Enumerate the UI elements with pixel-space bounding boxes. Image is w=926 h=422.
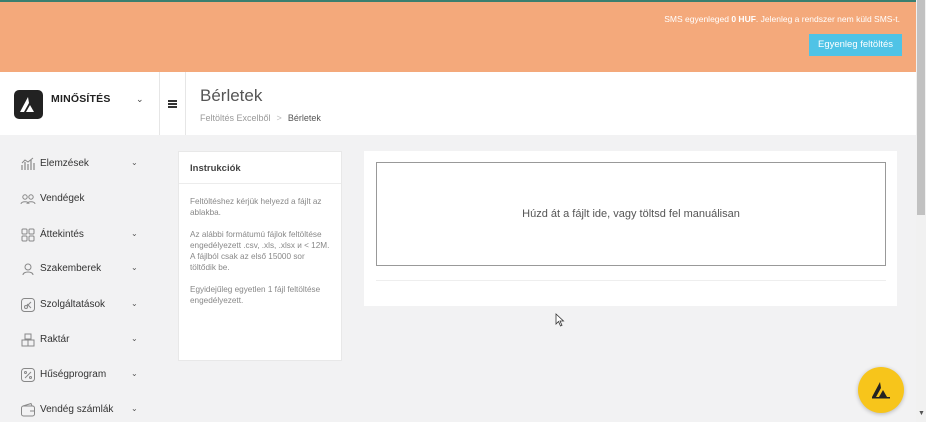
chevron-down-icon: ⌄ [136, 94, 144, 104]
sidebar-item-szolgaltatasok[interactable]: Szolgáltatások ⌄ [0, 290, 160, 320]
scrollbar-thumb[interactable] [917, 0, 925, 215]
users-icon [20, 194, 36, 205]
sidebar-item-label: Elemzések [40, 158, 89, 169]
chevron-down-icon: ⌄ [131, 369, 138, 378]
chart-icon [21, 157, 35, 170]
chevron-down-icon: ⌄ [131, 404, 138, 413]
user-icon [22, 263, 34, 276]
mouse-cursor-icon [555, 313, 565, 327]
logo-triangle-icon [14, 90, 43, 119]
sms-balance-banner: SMS egyenleged 0 HUF. Jelenleg a rendsze… [0, 0, 916, 72]
page-title: Bérletek [200, 86, 263, 105]
chevron-down-icon: ⌄ [131, 334, 138, 343]
file-dropzone[interactable]: Húzd át a fájlt ide, vagy töltsd fel man… [376, 162, 886, 266]
chevron-down-icon: ⌄ [131, 229, 138, 238]
sms-balance-amount: 0 HUF [731, 14, 756, 24]
dropzone-text: Húzd át a fájlt ide, vagy töltsd fel man… [522, 208, 740, 220]
sidebar-item-husegprogram[interactable]: Hűségprogram ⌄ [0, 360, 160, 390]
breadcrumb-separator: > [276, 113, 282, 123]
scissors-icon [21, 298, 35, 312]
top-up-balance-button[interactable]: Egyenleg feltöltés [809, 34, 902, 56]
sidebar-item-vendegek[interactable]: Vendégek [0, 184, 160, 214]
brand-selector[interactable]: MINŐSÍTÉS ⌄ [0, 72, 160, 135]
page-scrollbar[interactable]: ▼ [916, 0, 926, 422]
sidebar-item-vendeg-szamlak[interactable]: Vendég számlák ⌄ [0, 395, 160, 422]
sidebar-item-label: Áttekintés [40, 229, 84, 240]
instruction-text: Feltöltéshez kérjük helyezd a fájlt az a… [190, 197, 322, 217]
percent-icon [21, 368, 35, 382]
help-fab-button[interactable] [858, 367, 904, 413]
instruction-text: Az alábbi formátumú fájlok feltöltése en… [190, 230, 330, 272]
sidebar-item-szakemberek[interactable]: Szakemberek ⌄ [0, 254, 160, 284]
brand-name: MINŐSÍTÉS [51, 93, 111, 105]
sidebar-item-label: Raktár [40, 334, 70, 345]
boxes-icon [21, 333, 35, 347]
logo-triangle-icon [872, 382, 890, 399]
sidebar-item-attekintes[interactable]: Áttekintés ⌄ [0, 220, 160, 250]
chevron-down-icon: ⌄ [131, 158, 138, 167]
sidebar-item-label: Szolgáltatások [40, 299, 106, 310]
sidebar-item-raktar[interactable]: Raktár ⌄ [0, 325, 160, 355]
sidebar-item-label: Vendégek [40, 193, 85, 204]
page-header: Bérletek Feltöltés Excelből > Bérletek [160, 72, 916, 135]
instructions-card: Instrukciók Feltöltéshez kérjük helyezd … [178, 151, 342, 361]
instructions-title: Instrukciók [179, 152, 341, 184]
chevron-down-icon: ⌄ [131, 299, 138, 308]
breadcrumb: Feltöltés Excelből > Bérletek [200, 113, 321, 123]
upload-card: Húzd át a fájlt ide, vagy töltsd fel man… [364, 151, 897, 306]
sms-balance-text: SMS egyenleged 0 HUF. Jelenleg a rendsze… [664, 14, 900, 24]
grid-icon [21, 228, 35, 242]
instruction-text: Egyidejűleg egyetlen 1 fájl feltöltése e… [190, 285, 321, 305]
instructions-body: Feltöltéshez kérjük helyezd a fájlt az a… [179, 184, 341, 306]
sidebar-item-label: Hűségprogram [40, 369, 107, 380]
scroll-down-arrow-icon[interactable]: ▼ [918, 410, 925, 417]
breadcrumb-link-excel-upload[interactable]: Feltöltés Excelből [200, 113, 271, 123]
divider [376, 280, 886, 281]
menu-toggle-button[interactable] [160, 72, 186, 135]
chevron-down-icon: ⌄ [131, 263, 138, 272]
sidebar-item-label: Szakemberek [40, 263, 102, 274]
sidebar-item-elemzesek[interactable]: Elemzések ⌄ [0, 149, 160, 179]
sidebar-item-label: Vendég számlák [40, 404, 114, 415]
breadcrumb-current: Bérletek [287, 113, 321, 123]
wallet-icon [21, 402, 35, 417]
